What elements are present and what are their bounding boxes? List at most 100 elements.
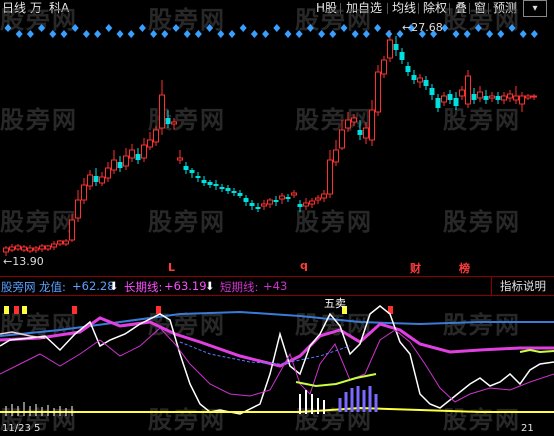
candle-body-down (93, 176, 99, 182)
diamond-marker-icon (262, 30, 270, 38)
candle-body-down (165, 118, 171, 124)
candle-body-up (261, 203, 267, 207)
candlestick-chart[interactable] (0, 0, 554, 276)
candle-body-up (267, 199, 273, 205)
candle-body-down (453, 98, 459, 106)
event-marker-q[interactable]: q (300, 259, 308, 272)
candle-body-up (333, 149, 339, 163)
diamond-marker-icon (4, 24, 12, 32)
candle-body-down (435, 98, 441, 108)
candle-body-up (279, 195, 285, 200)
diamond-marker-icon (82, 30, 90, 38)
blue-trend-line (0, 310, 554, 337)
candle-body-up (171, 121, 177, 125)
candle-body-down (411, 75, 417, 80)
green-short-line (519, 348, 554, 354)
candle-body-down (471, 94, 477, 100)
candle-body-up (489, 95, 495, 99)
diamond-marker-icon (105, 24, 113, 32)
candle-body-down (393, 44, 399, 50)
candle-body-down (189, 170, 195, 173)
candle-body-up (3, 247, 9, 253)
candle-body-up (111, 159, 117, 171)
candle-body-up (177, 157, 183, 161)
candle-body-up (159, 94, 165, 129)
candle-body-up (123, 155, 129, 167)
diamond-marker-icon (306, 24, 314, 32)
candle-body-up (531, 95, 537, 98)
candle-body-up (9, 246, 15, 251)
candle-body-down (237, 193, 243, 196)
diamond-marker-icon (206, 24, 214, 32)
arrow-down-icon: ⬇ (205, 279, 215, 293)
diamond-marker-icon (161, 30, 169, 38)
signal-bar (22, 306, 27, 314)
diamond-marker-icon (228, 30, 236, 38)
candle-body-down (195, 176, 201, 178)
diamond-marker-icon (362, 30, 370, 38)
diamond-marker-icon (385, 30, 393, 38)
candle-body-down (135, 154, 141, 160)
indicator-header: 股旁网 龙值: +62.28 ⬇ 长期线: +63.19 ⬇ 短期线: +43 … (0, 276, 554, 296)
candle-body-up (351, 117, 357, 123)
candle-body-up (507, 93, 513, 99)
candle-body-up (129, 149, 135, 159)
indicator-chart[interactable] (0, 294, 554, 436)
event-marker-ranking[interactable]: 榜 (459, 260, 470, 276)
candle-body-up (339, 129, 345, 149)
candle-body-up (381, 59, 387, 75)
diamond-marker-icon (497, 30, 505, 38)
diamond-marker-icon (183, 30, 191, 38)
long-line-value: +63.19 (164, 279, 207, 293)
candle-body-up (525, 95, 531, 99)
indicator-name: 股旁网 (1, 280, 36, 294)
diamond-marker-icon (463, 30, 471, 38)
diamond-marker-icon (116, 30, 124, 38)
candle-body-down (231, 191, 237, 193)
diamond-marker-icon (26, 30, 34, 38)
candle-body-down (201, 180, 207, 183)
diamond-marker-icon (351, 30, 359, 38)
yellow-line (0, 406, 554, 413)
candle-body-down (285, 197, 291, 199)
indicator-help-button[interactable]: 指标说明 (491, 277, 554, 295)
short-line-label: 短期线: (220, 280, 259, 294)
candle-body-down (225, 188, 231, 191)
diamond-marker-icon (15, 30, 23, 38)
candle-body-up (99, 176, 105, 184)
diamond-marker-icon (295, 30, 303, 38)
candle-body-up (63, 240, 69, 245)
candle-body-up (141, 144, 147, 159)
candle-body-down (423, 80, 429, 86)
candle-body-up (45, 245, 51, 250)
arrow-down-icon: ⬇ (109, 279, 119, 293)
diamond-marker-icon (60, 30, 68, 38)
candle-body-down (399, 52, 405, 60)
low-price-value: 13.90 (12, 255, 44, 268)
candle-body-up (75, 199, 81, 219)
candle-body-up (291, 192, 297, 196)
candle-body-down (249, 203, 255, 206)
diamond-marker-icon (329, 30, 337, 38)
diamond-marker-icon (38, 24, 46, 32)
event-marker-l[interactable]: L (168, 261, 175, 274)
candle-body-up (465, 75, 471, 105)
candle-body-up (69, 219, 75, 241)
signal-bar (4, 306, 9, 314)
candle-body-up (459, 89, 465, 97)
candle-body-down (447, 94, 453, 100)
candle-body-down (213, 184, 219, 186)
candle-body-up (147, 139, 153, 148)
signal-bar (14, 306, 19, 314)
candle-body-up (375, 71, 381, 113)
candle-body-up (501, 95, 507, 101)
candle-body-down (483, 96, 489, 100)
event-marker-financial[interactable]: 财 (410, 260, 421, 276)
candle-body-up (15, 245, 21, 250)
candle-body-up (327, 159, 333, 195)
diamond-marker-icon (94, 30, 102, 38)
candle-body-up (345, 119, 351, 129)
low-price-label: ←13.90 (3, 255, 44, 268)
diamond-marker-icon (340, 24, 348, 32)
candle-body-down (297, 204, 303, 207)
